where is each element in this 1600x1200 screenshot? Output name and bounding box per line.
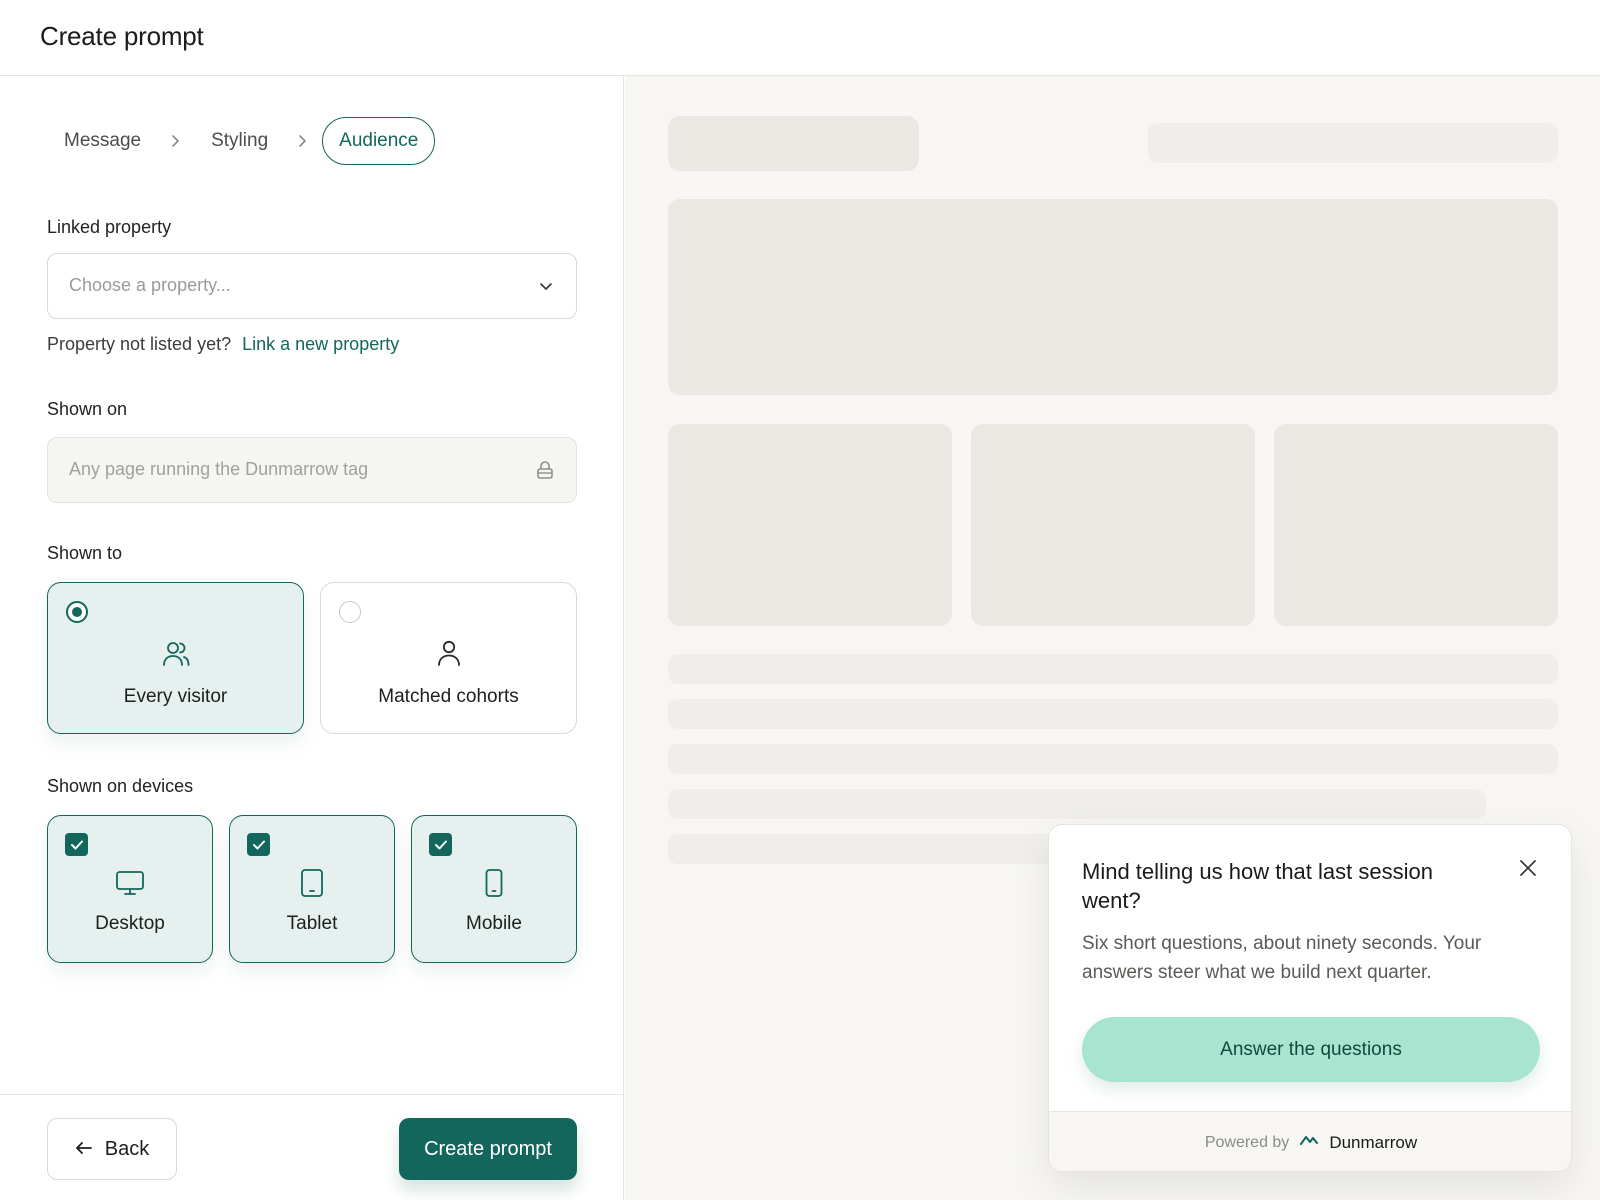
linked-property-placeholder: Choose a property... xyxy=(69,275,231,295)
user-icon xyxy=(436,639,462,672)
linked-property-helper: Property not listed yet? Link a new prop… xyxy=(47,334,399,355)
devices-label: Shown on devices xyxy=(47,776,194,796)
skeleton-line xyxy=(668,744,1558,774)
skeleton-card xyxy=(1274,424,1558,626)
device-label: Mobile xyxy=(466,913,522,934)
checkbox-checked[interactable] xyxy=(247,833,270,856)
step-message[interactable]: Message xyxy=(48,117,157,165)
lock-icon xyxy=(536,460,554,485)
skeleton-card xyxy=(668,424,952,626)
users-icon xyxy=(161,640,191,673)
popup-footer: Powered by Dunmarrow xyxy=(1049,1111,1571,1171)
radio-selected[interactable] xyxy=(66,601,88,623)
checkbox-checked[interactable] xyxy=(65,833,88,856)
option-label: Matched cohorts xyxy=(378,686,519,707)
skeleton-line xyxy=(668,699,1558,729)
popup-body: Six short questions, about ninety second… xyxy=(1082,933,1482,983)
step-audience[interactable]: Audience xyxy=(322,117,436,165)
audience-form-panel: Message Styling Audience Linked property… xyxy=(0,76,624,1200)
page-title: Create prompt xyxy=(40,21,204,51)
link-new-property[interactable]: Link a new property xyxy=(242,334,399,354)
device-mobile[interactable]: Mobile xyxy=(411,815,577,963)
mobile-icon xyxy=(484,868,504,903)
checkbox-checked[interactable] xyxy=(429,833,452,856)
helper-text: Property not listed yet? xyxy=(47,334,232,354)
brand-logo-icon xyxy=(1299,1133,1319,1152)
tablet-icon xyxy=(300,868,324,903)
shown-to-label: Shown to xyxy=(47,543,123,563)
survey-popup: Mind telling us how that last session we… xyxy=(1048,824,1572,1172)
radio-unselected[interactable] xyxy=(339,601,361,623)
chevron-right-icon xyxy=(169,134,183,148)
powered-by-text: Powered by xyxy=(1204,1133,1290,1151)
footer-divider xyxy=(0,1094,624,1095)
device-desktop[interactable]: Desktop xyxy=(47,815,213,963)
chevron-right-icon xyxy=(296,134,310,148)
back-button[interactable]: Back xyxy=(47,1118,177,1180)
step-styling[interactable]: Styling xyxy=(195,117,284,165)
skeleton-logo xyxy=(668,116,919,171)
create-prompt-button[interactable]: Create prompt xyxy=(399,1118,577,1180)
skeleton-line xyxy=(668,789,1486,819)
option-label: Every visitor xyxy=(123,686,228,707)
back-label: Back xyxy=(104,1137,150,1160)
skeleton-hero xyxy=(668,199,1558,395)
option-every-visitor[interactable]: Every visitor xyxy=(47,582,304,734)
skeleton-nav xyxy=(1148,123,1558,163)
shown-on-value: Any page running the Dunmarrow tag xyxy=(69,459,369,479)
page-header: Create prompt xyxy=(0,0,1600,76)
shown-on-label: Shown on xyxy=(47,399,128,419)
device-label: Desktop xyxy=(95,913,165,934)
skeleton-line xyxy=(668,654,1558,684)
shown-on-field: Any page running the Dunmarrow tag xyxy=(47,437,577,503)
close-icon[interactable] xyxy=(1519,859,1537,882)
option-matched-cohorts[interactable]: Matched cohorts xyxy=(320,582,577,734)
device-label: Tablet xyxy=(286,913,338,934)
popup-title: Mind telling us how that last session we… xyxy=(1082,859,1433,913)
linked-property-select[interactable]: Choose a property... xyxy=(47,253,577,319)
chevron-down-icon xyxy=(538,278,554,299)
answer-questions-button[interactable]: Answer the questions xyxy=(1082,1017,1540,1082)
skeleton-card xyxy=(971,424,1255,626)
step-breadcrumb: Message Styling Audience xyxy=(48,116,436,166)
arrow-left-icon xyxy=(75,1138,93,1161)
device-tablet[interactable]: Tablet xyxy=(229,815,395,963)
brand-name: Dunmarrow xyxy=(1329,1132,1418,1152)
linked-property-label: Linked property xyxy=(47,217,172,237)
desktop-icon xyxy=(115,870,145,901)
